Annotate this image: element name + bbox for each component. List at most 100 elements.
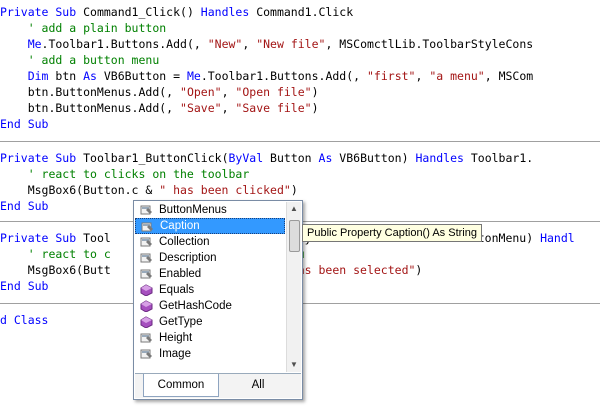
code-token: Button [270,151,319,165]
code-line[interactable]: Me.Toolbar1.Buttons.Add(, "New", "New fi… [0,36,600,52]
code-token: Private Sub [0,231,84,245]
member-item[interactable]: GetType [135,314,285,330]
code-token: , MSCom [484,69,534,83]
code-line[interactable]: btn.ButtonMenus.Add(, "Open", "Open file… [0,84,600,100]
member-item[interactable]: ButtonMenus [135,202,285,218]
property-icon [141,222,153,232]
code-line[interactable]: ' react to clicks on the toolbar [0,166,600,182]
code-line[interactable]: End Sub [0,116,600,132]
tab-common[interactable]: Common [143,374,219,397]
code-token: VB6Button = [103,69,187,83]
code-token: MsgBox6(Butt [0,263,111,277]
code-token: As [318,151,340,165]
procedure-separator [0,141,600,142]
code-token: Me [0,37,42,51]
tab-strip: Common All [135,373,301,398]
member-list[interactable]: ButtonMenus Caption Collection Description E… [135,202,285,372]
property-icon [140,269,152,279]
code-line[interactable]: Private Sub Command1_Click() Handles Com… [0,4,600,20]
code-token: "New file" [256,37,326,51]
code-line[interactable]: Private Sub Toolbar1_ButtonClick(ByVal B… [0,150,600,166]
scroll-up-icon[interactable]: ▲ [287,202,301,216]
member-item[interactable]: Equals [135,282,285,298]
code-token: btn.ButtonMenus.Add(, [0,85,181,99]
property-icon [140,349,152,359]
member-tooltip: Public Property Caption() As String [302,224,482,242]
intellisense-popup[interactable]: ButtonMenus Caption Collection Description E… [133,200,303,400]
code-token: Toolbar1_ButtonClick( [83,151,229,165]
code-token: ByVal [228,151,271,165]
code-token: "Save file" [235,101,312,115]
code-token: "first" [367,69,416,83]
code-token: btn.ButtonMenus.Add(, [0,101,181,115]
member-label: ButtonMenus [159,204,227,216]
code-token: "Open" [180,85,222,99]
member-label: GetType [159,316,203,328]
member-label: GetHashCode [159,300,232,312]
code-token: , [221,101,236,115]
code-token: End Sub [0,199,49,213]
property-icon [140,333,152,343]
property-icon [140,253,152,263]
member-item[interactable]: Caption [135,218,285,234]
member-item[interactable]: Description [135,250,285,266]
member-label: Enabled [159,268,202,280]
code-token: "Open file" [235,85,312,99]
code-token: , MSComctlLib.ToolbarStyleCons [325,37,534,51]
code-token: MsgBox6(Button.c & [0,183,160,197]
member-item[interactable]: GetHashCode [135,298,285,314]
code-token: , [415,69,430,83]
code-line[interactable]: ' add a button menu [0,52,600,68]
scrollbar[interactable]: ▲ ▼ [286,202,301,372]
code-token: ' add a plain button [0,21,167,35]
code-line[interactable]: MsgBox6(Button.c & " has been clicked") [0,182,600,198]
code-token: End Sub [0,117,49,131]
property-icon [140,205,152,215]
code-token: Me [186,69,201,83]
code-token: Handl [540,231,575,245]
code-token: Private Sub [0,5,84,19]
method-icon [140,284,153,296]
tab-all[interactable]: All [221,374,295,396]
code-token: ) [415,263,423,277]
member-item[interactable]: Height [135,330,285,346]
code-token: ' react to clicks on the toolbar [0,167,250,181]
code-token: "Save" [180,101,222,115]
code-token: ) [290,183,298,197]
code-token: , [242,37,257,51]
code-line[interactable]: Dim btn As VB6Button = Me.Toolbar1.Butto… [0,68,600,84]
code-token: ) [311,85,319,99]
code-token: Handles [415,151,471,165]
code-token: End Sub [0,279,49,293]
code-token: ' add a button menu [0,53,160,67]
code-token: Private Sub [0,151,84,165]
member-item[interactable]: Collection [135,234,285,250]
code-token: btn [55,69,84,83]
code-token: "New" [207,37,243,51]
code-line[interactable]: ' add a plain button [0,20,600,36]
code-token: " has been clicked" [159,183,291,197]
property-icon [140,237,152,247]
member-label: Image [159,348,191,360]
scroll-thumb[interactable] [289,220,300,252]
member-item[interactable]: Image [135,346,285,362]
code-token: d Class [0,313,49,327]
code-token: Toolbar1. [470,151,534,165]
code-token: "a menu" [429,69,485,83]
scroll-down-icon[interactable]: ▼ [287,358,301,372]
code-token: .Toolbar1.Buttons.Add(, [200,69,367,83]
code-token: Dim [0,69,56,83]
method-icon [140,316,153,328]
member-label: Height [159,332,193,344]
method-icon [140,300,153,312]
member-label: Equals [159,284,195,296]
code-token: Handles [200,5,257,19]
code-token: .Toolbar1.Buttons.Add(, [41,37,208,51]
member-item[interactable]: Enabled [135,266,285,282]
member-label: Description [159,252,217,264]
code-token: Command1_Click() [83,5,201,19]
code-token: ) [311,101,319,115]
code-line[interactable]: btn.ButtonMenus.Add(, "Save", "Save file… [0,100,600,116]
member-label: Caption [160,220,200,232]
member-label: Collection [159,236,210,248]
